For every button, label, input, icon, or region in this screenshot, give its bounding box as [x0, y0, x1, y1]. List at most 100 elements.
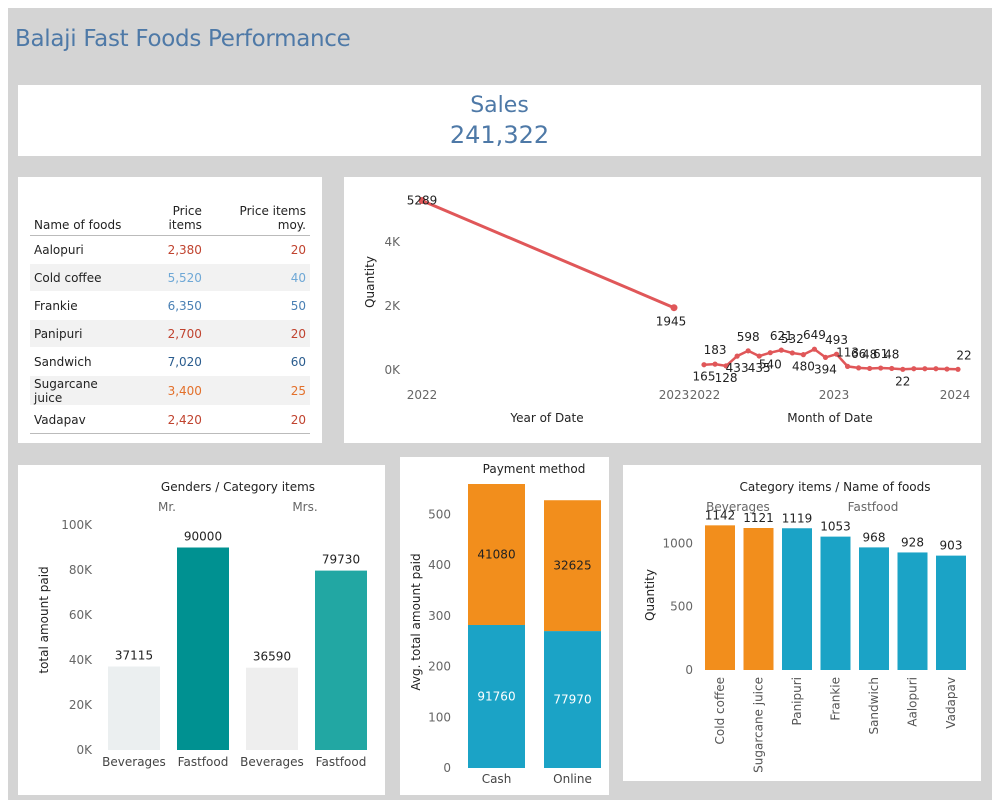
y-tick-label: 1000 [662, 536, 693, 550]
y-tick-label: 20K [69, 698, 93, 712]
bar[interactable] [705, 525, 735, 670]
sales-kpi-value: 241,322 [449, 121, 550, 149]
data-label: 48 [884, 347, 899, 361]
group-label: Mrs. [292, 500, 317, 514]
quantity-line-chart[interactable]: 0K2K4KQuantity528919452022 2023Year of Da… [344, 177, 981, 443]
bar[interactable] [897, 552, 928, 670]
table-row[interactable]: Vadapav 2,420 20 [30, 405, 310, 434]
data-point-month[interactable] [745, 348, 751, 354]
data-label: 598 [737, 330, 760, 344]
y-tick-label: 100 [428, 710, 451, 724]
x-tick-label: 2022 [690, 388, 721, 402]
food-name-cell: Panipuri [30, 319, 133, 348]
data-label: 1053 [820, 520, 851, 534]
data-point-month[interactable] [811, 346, 818, 352]
data-point-year[interactable] [670, 304, 678, 312]
price-avg-cell: 20 [205, 235, 310, 264]
x-tick-label: Frankie [829, 677, 843, 721]
data-point-month[interactable] [900, 366, 906, 372]
x-tick-label: Beverages [240, 755, 304, 769]
data-point-month[interactable] [822, 354, 829, 360]
bar[interactable] [782, 528, 812, 670]
y-tick-label: 0 [443, 761, 451, 775]
group-label: Fastfood [848, 500, 899, 514]
data-point-month[interactable] [778, 347, 784, 353]
data-label: 1119 [782, 511, 813, 525]
table-row[interactable]: Frankie 6,350 50 [30, 291, 310, 320]
food-name-cell: Aalopuri [30, 235, 133, 264]
data-label: 37115 [115, 648, 153, 662]
x-tick-label: Cash [482, 772, 512, 786]
price-items-cell: 2,700 [132, 319, 206, 348]
table-row[interactable]: Aalopuri 2,380 20 [30, 235, 310, 264]
data-label: 1945 [656, 315, 687, 329]
payment-method-chart[interactable]: Payment method 0 100 200 300 400 500 Avg. total… [400, 457, 609, 795]
table-row[interactable]: Cold coffee 5,520 40 [30, 263, 310, 292]
table-row[interactable]: Sugarcane juice 3,400 25 [30, 375, 310, 406]
price-avg-cell: 60 [205, 347, 310, 376]
bar[interactable] [859, 547, 889, 670]
y-tick-label: 100K [61, 518, 93, 532]
quantity-line-panel: 0K 2K 4K Quantity 5289 1945 2022 2023 Year of Da… [344, 177, 981, 443]
data-point-month[interactable] [911, 366, 917, 372]
chart-title: Payment method [483, 462, 586, 476]
data-label: 532 [781, 332, 804, 346]
gender-category-chart[interactable]: Genders / Category items Mr. Mrs. 0K 20K 40K 6… [18, 465, 385, 795]
y-tick-label: 400 [428, 558, 451, 572]
data-label: 1121 [743, 511, 774, 525]
column-header-name[interactable]: Name of foods [30, 191, 133, 236]
food-name-cell: Vadapav [30, 405, 133, 434]
data-label: 649 [803, 328, 826, 342]
category-foods-chart[interactable]: Category items / Name of foodsBeverages F… [623, 465, 981, 781]
food-name-cell: Sandwich [30, 347, 133, 376]
bar[interactable] [743, 528, 774, 670]
bar[interactable] [108, 666, 160, 750]
table-row[interactable]: Sandwich 7,020 60 [30, 347, 310, 376]
data-point-month[interactable] [944, 366, 950, 372]
data-point-month[interactable] [701, 362, 707, 368]
data-label: 36590 [253, 650, 291, 664]
x-tick-label: Panipuri [790, 677, 804, 725]
data-point-month[interactable] [856, 365, 862, 371]
y-tick-label: 0 [685, 663, 693, 677]
data-point-month[interactable] [889, 365, 895, 372]
price-avg-cell: 20 [205, 405, 310, 434]
data-point-month[interactable] [933, 366, 939, 372]
data-label: 91760 [477, 689, 515, 703]
data-label: 77970 [553, 693, 591, 707]
price-avg-cell: 25 [205, 375, 310, 406]
data-point-month[interactable] [922, 366, 928, 372]
data-point-month[interactable] [789, 350, 795, 356]
column-header-price[interactable]: Price items [132, 191, 206, 236]
bar[interactable] [936, 555, 966, 670]
data-point-month[interactable] [867, 365, 873, 372]
series-line-year[interactable] [421, 199, 675, 310]
category-foods-panel: Category items / Name of foods Beverages F… [623, 465, 981, 781]
column-header-avg[interactable]: Price items moy. [205, 191, 310, 236]
table-row[interactable]: Panipuri 2,700 20 [30, 319, 310, 348]
y-tick-label: 500 [428, 507, 451, 521]
dashboard-title: Balaji Fast Foods Performance [15, 26, 351, 52]
y-axis-label: total amount paid [37, 566, 51, 673]
data-label: 22 [895, 374, 910, 388]
chart-title: Category items / Name of foods [739, 480, 930, 494]
data-point-month[interactable] [844, 363, 851, 369]
data-label: 165 [693, 370, 716, 384]
data-point-month[interactable] [800, 352, 806, 358]
data-label: 41080 [477, 547, 515, 561]
data-label: 22 [956, 348, 971, 362]
y-tick-label: 80K [69, 563, 93, 577]
x-tick-label: 2023 [659, 388, 690, 402]
sales-kpi-panel[interactable]: Sales 241,322 [18, 85, 981, 156]
data-point-month[interactable] [712, 361, 718, 367]
bar[interactable] [246, 667, 298, 750]
data-point-month[interactable] [767, 350, 773, 356]
data-point-month[interactable] [878, 365, 884, 371]
bar[interactable] [820, 536, 851, 670]
bar[interactable] [177, 547, 229, 751]
x-tick-label: Aalopuri [906, 677, 920, 727]
bar[interactable] [315, 570, 367, 750]
data-point-month[interactable] [734, 353, 740, 359]
x-tick-label: 2023 [819, 388, 850, 402]
data-point-month[interactable] [955, 366, 961, 372]
